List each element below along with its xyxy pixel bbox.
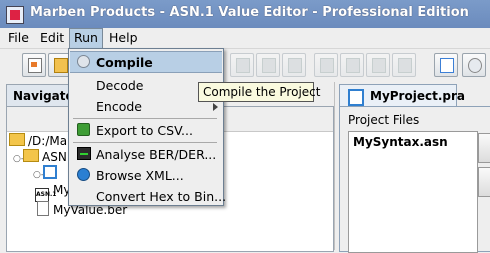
menu-help[interactable]: Help [109, 30, 138, 45]
project-side-button-1[interactable] [478, 133, 490, 163]
tree-collapse-handle[interactable]: ○- [33, 170, 44, 180]
picture-icon [440, 58, 454, 73]
toolbar-button-5[interactable] [340, 53, 364, 77]
tree-collapse-handle[interactable]: ○- [13, 154, 24, 164]
menu-item-label: Analyse BER/DER... [96, 147, 217, 162]
menu-item-convert-hex[interactable]: Convert Hex to Bin... [70, 185, 226, 207]
tree-item-asn[interactable]: ○- ASN [13, 149, 67, 165]
tab-project-label: MyProject.pra [370, 89, 465, 103]
view-button[interactable] [434, 53, 458, 77]
gear-icon [468, 58, 482, 73]
menu-item-label: Browse XML... [96, 168, 184, 183]
project-files-list[interactable]: MySyntax.asn [348, 131, 478, 253]
toolbar-button-1[interactable] [230, 53, 254, 77]
menu-item-label: Compile [96, 55, 153, 70]
run-menu-dropdown: Compile Decode Encode Export to CSV... A… [68, 48, 226, 207]
menu-item-analyse-ber-der[interactable]: Analyse BER/DER... [70, 143, 222, 165]
new-document-button[interactable] [22, 53, 46, 77]
gear-icon [77, 55, 90, 68]
toolbar-button-6[interactable] [366, 53, 390, 77]
toolbar-button-3[interactable] [282, 53, 306, 77]
folder-icon [23, 149, 39, 162]
export-icon [77, 123, 90, 136]
document-icon [236, 58, 250, 73]
menu-item-label: Encode [96, 99, 142, 114]
menu-run[interactable]: Run [69, 28, 103, 49]
menu-bar: File Edit Run Help [0, 28, 490, 49]
app-icon [6, 6, 24, 24]
title-bar: Marben Products - ASN.1 Value Editor - P… [0, 0, 490, 28]
folder-icon [54, 58, 68, 73]
document-icon [288, 58, 302, 73]
menu-item-browse-xml[interactable]: Browse XML... [70, 164, 222, 186]
folder-icon [9, 133, 25, 146]
tree-icon [346, 58, 360, 73]
project-icon [43, 165, 57, 179]
project-file-icon [348, 89, 364, 106]
tooltip: Compile the Project [198, 82, 320, 102]
move-icon [320, 58, 334, 73]
tab-project[interactable]: MyProject.pra [339, 84, 465, 107]
submenu-arrow-icon [213, 103, 218, 111]
tree-remove-icon [372, 58, 386, 73]
menu-item-export-csv[interactable]: Export to CSV... [70, 119, 222, 141]
menu-item-compile[interactable]: Compile [70, 51, 222, 73]
new-document-icon [28, 58, 42, 73]
menu-file[interactable]: File [8, 30, 29, 45]
menu-item-label: Decode [96, 78, 144, 93]
asn-file-icon: ASN.1 [35, 188, 56, 202]
globe-icon [77, 168, 90, 181]
menu-item-label: Export to CSV... [96, 123, 193, 138]
toolbar-button-7[interactable] [392, 53, 416, 77]
menu-edit[interactable]: Edit [40, 30, 64, 45]
tree-item-label: ASN [42, 150, 67, 164]
project-files-label: Project Files [348, 113, 420, 127]
tooltip-text: Compile the Project [203, 85, 321, 99]
tree-item-project[interactable]: ○- [33, 165, 61, 181]
eraser-icon [398, 58, 412, 73]
file-icon [37, 201, 49, 216]
toolbar-button-4[interactable] [314, 53, 338, 77]
list-item[interactable]: MySyntax.asn [353, 135, 448, 149]
toolbar-button-2[interactable] [256, 53, 280, 77]
settings-button[interactable] [462, 53, 486, 77]
tab-navigator[interactable]: Navigator [6, 84, 80, 107]
window-title: Marben Products - ASN.1 Value Editor - P… [30, 5, 469, 20]
document-icon [262, 58, 276, 73]
project-files-box: Project Files MySyntax.asn [339, 106, 490, 253]
menu-item-label: Convert Hex to Bin... [96, 189, 227, 204]
project-panel: MyProject.pra Project Files MySyntax.asn [334, 82, 490, 253]
project-side-button-2[interactable] [478, 167, 490, 197]
analyser-icon [77, 147, 91, 160]
